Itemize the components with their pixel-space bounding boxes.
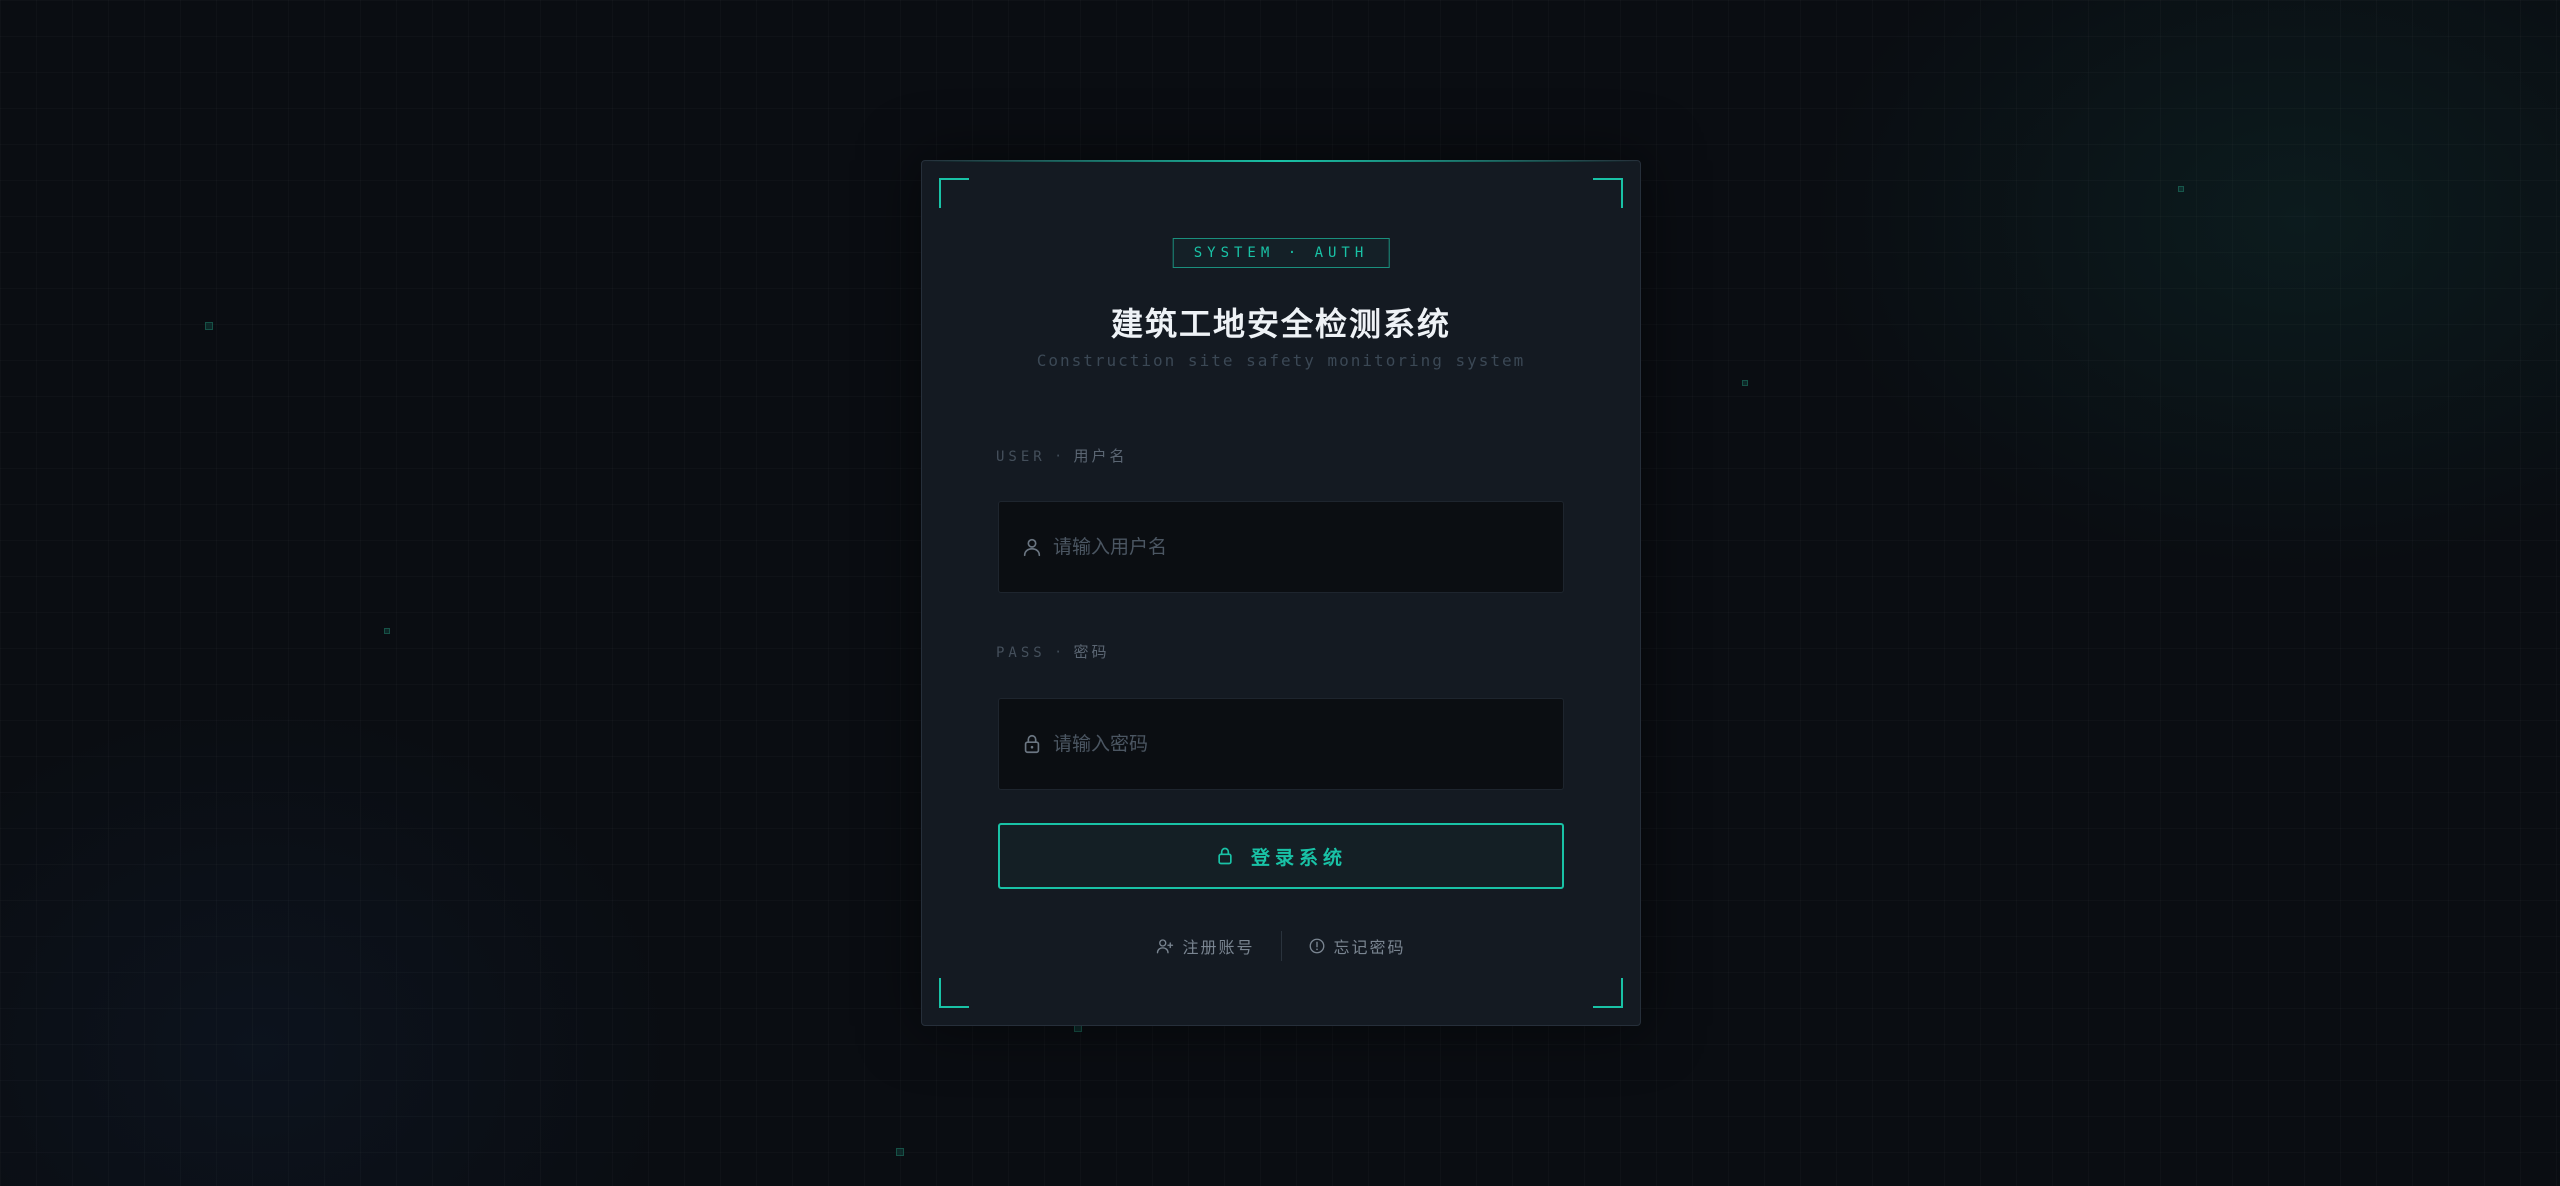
decor-dot bbox=[1742, 380, 1748, 386]
decor-dot bbox=[896, 1148, 904, 1156]
decor-dot bbox=[384, 628, 390, 634]
username-input[interactable] bbox=[1053, 502, 1543, 592]
card-top-glow bbox=[922, 160, 1640, 162]
corner-bracket-top-right bbox=[1593, 178, 1623, 208]
password-label-separator: · bbox=[1055, 643, 1064, 661]
username-label-cn: 用户名 bbox=[1073, 447, 1128, 465]
info-circle-icon bbox=[1309, 938, 1324, 954]
lock-icon bbox=[1024, 734, 1040, 754]
user-icon bbox=[1023, 538, 1041, 557]
password-label-cn: 密码 bbox=[1073, 643, 1110, 661]
auth-links: 注册账号 忘记密码 bbox=[922, 931, 1640, 961]
register-link-label: 注册账号 bbox=[1182, 938, 1255, 957]
password-field[interactable] bbox=[998, 698, 1564, 790]
decor-dot bbox=[205, 322, 213, 330]
password-input[interactable] bbox=[1053, 699, 1543, 789]
auth-badge: SYSTEM · AUTH bbox=[1172, 238, 1390, 268]
links-divider bbox=[1280, 931, 1282, 961]
decor-dot bbox=[2178, 186, 2184, 192]
page-subtitle: Construction site safety monitoring syst… bbox=[1036, 351, 1526, 370]
corner-bracket-top-left bbox=[939, 178, 969, 208]
password-label-en: PASS bbox=[996, 645, 1046, 661]
forgot-password-link[interactable]: 忘记密码 bbox=[1308, 934, 1406, 958]
username-label-en: USER bbox=[996, 449, 1046, 465]
lock-icon bbox=[1218, 847, 1232, 865]
corner-bracket-bottom-right bbox=[1593, 978, 1623, 1008]
user-plus-icon bbox=[1157, 939, 1174, 954]
login-button-label: 登录系统 bbox=[1250, 846, 1347, 869]
password-label: PASS · 密码 bbox=[996, 641, 1110, 662]
corner-bracket-bottom-left bbox=[939, 978, 969, 1008]
login-button[interactable]: 登录系统 bbox=[998, 823, 1564, 889]
page-title: 建筑工地安全检测系统 bbox=[1110, 305, 1451, 343]
username-label-separator: · bbox=[1055, 447, 1064, 465]
username-label: USER · 用户名 bbox=[996, 445, 1128, 466]
login-card: SYSTEM · AUTH 建筑工地安全检测系统 Construction si… bbox=[921, 160, 1641, 1026]
username-field[interactable] bbox=[998, 501, 1564, 593]
forgot-password-link-label: 忘记密码 bbox=[1333, 938, 1406, 957]
register-link[interactable]: 注册账号 bbox=[1156, 934, 1254, 958]
